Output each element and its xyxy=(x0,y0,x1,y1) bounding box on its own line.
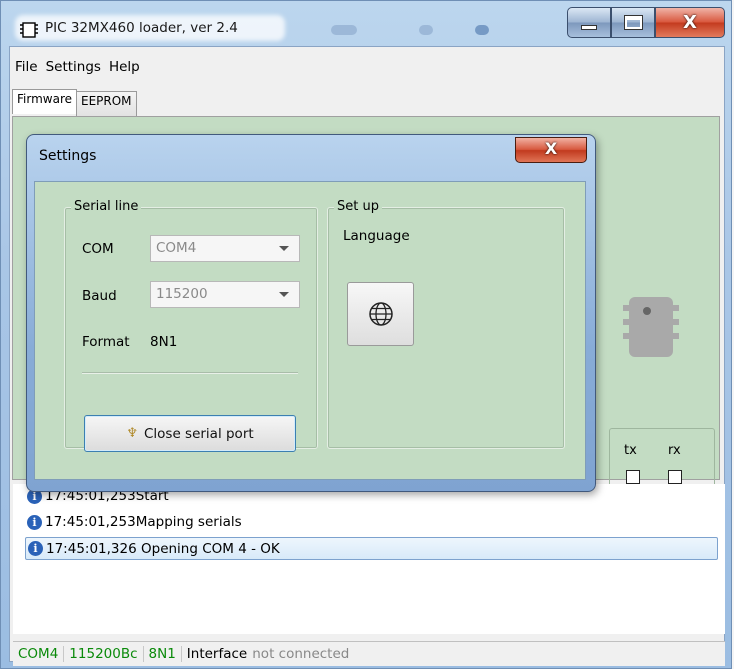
rx-label: rx xyxy=(668,443,681,458)
language-button[interactable] xyxy=(347,282,414,346)
serial-line-title: Serial line xyxy=(71,199,142,214)
setup-group: Set up Language xyxy=(327,199,565,449)
tab-firmware[interactable]: Firmware xyxy=(12,89,77,114)
title-bar[interactable]: PIC 32MX460 loader, ver 2.4 X xyxy=(1,1,731,47)
status-bar: COM4 115200Bc 8N1 Interface not connecte… xyxy=(13,641,725,666)
window-title: PIC 32MX460 loader, ver 2.4 xyxy=(45,20,238,36)
chevron-down-icon xyxy=(279,292,289,297)
close-button[interactable]: X xyxy=(655,7,725,38)
title-deco xyxy=(331,25,357,35)
format-value: 8N1 xyxy=(150,334,178,350)
com-label: COM xyxy=(82,241,114,257)
setup-title: Set up xyxy=(334,199,382,214)
com-select[interactable]: COM4 xyxy=(150,235,300,262)
tx-label: tx xyxy=(624,443,637,458)
minimize-button[interactable] xyxy=(567,7,611,38)
info-icon: i xyxy=(27,514,42,530)
app-icon xyxy=(20,22,38,38)
title-deco xyxy=(475,25,489,35)
tab-eeprom[interactable]: EEPROM xyxy=(76,91,137,116)
status-baud: 115200Bc xyxy=(64,646,144,662)
language-label: Language xyxy=(343,228,410,244)
log-row: i 17:45:01,253 Mapping serials xyxy=(27,512,242,532)
chevron-down-icon xyxy=(279,246,289,251)
status-interface: Interface xyxy=(186,646,248,662)
info-icon: i xyxy=(28,541,43,556)
status-port: COM4 xyxy=(13,646,65,662)
baud-select[interactable]: 115200 xyxy=(150,281,300,308)
menu-help[interactable]: Help xyxy=(108,59,141,75)
status-format: 8N1 xyxy=(144,646,182,662)
close-serial-port-button[interactable]: ♆ Close serial port xyxy=(84,415,296,452)
tab-strip: Firmware EEPROM xyxy=(12,89,137,116)
menu-file[interactable]: File xyxy=(14,59,39,75)
close-icon: X xyxy=(683,12,697,33)
maximize-button[interactable] xyxy=(611,7,655,38)
settings-dialog: Settings X Serial line COM COM4 Baud 115… xyxy=(26,134,596,492)
dialog-client: Serial line COM COM4 Baud 115200 Format … xyxy=(34,181,586,480)
menu-settings[interactable]: Settings xyxy=(45,59,102,75)
rx-checkbox xyxy=(668,470,682,484)
tx-checkbox xyxy=(626,470,640,484)
baud-label: Baud xyxy=(82,288,117,304)
globe-icon xyxy=(368,302,393,326)
plug-icon: ♆ xyxy=(126,426,138,441)
log-list[interactable]: i 17:45:01,253 Start i 17:45:01,253 Mappin… xyxy=(13,484,725,634)
status-connection: not connected xyxy=(252,646,350,662)
minimize-icon xyxy=(581,25,597,30)
divider xyxy=(82,372,298,374)
close-icon: X xyxy=(544,139,558,158)
dialog-close-button[interactable]: X xyxy=(515,137,587,163)
dialog-title: Settings xyxy=(39,148,97,164)
serial-line-group: Serial line COM COM4 Baud 115200 Format … xyxy=(64,199,318,452)
log-row-selected[interactable]: i 17:45:01,326 Opening COM 4 - OK xyxy=(25,537,718,560)
window-controls: X xyxy=(567,7,725,40)
menu-bar: File Settings Help xyxy=(14,59,141,75)
title-deco xyxy=(419,25,433,35)
format-label: Format xyxy=(82,334,130,350)
maximize-icon xyxy=(623,15,643,30)
chip-icon xyxy=(623,297,679,357)
